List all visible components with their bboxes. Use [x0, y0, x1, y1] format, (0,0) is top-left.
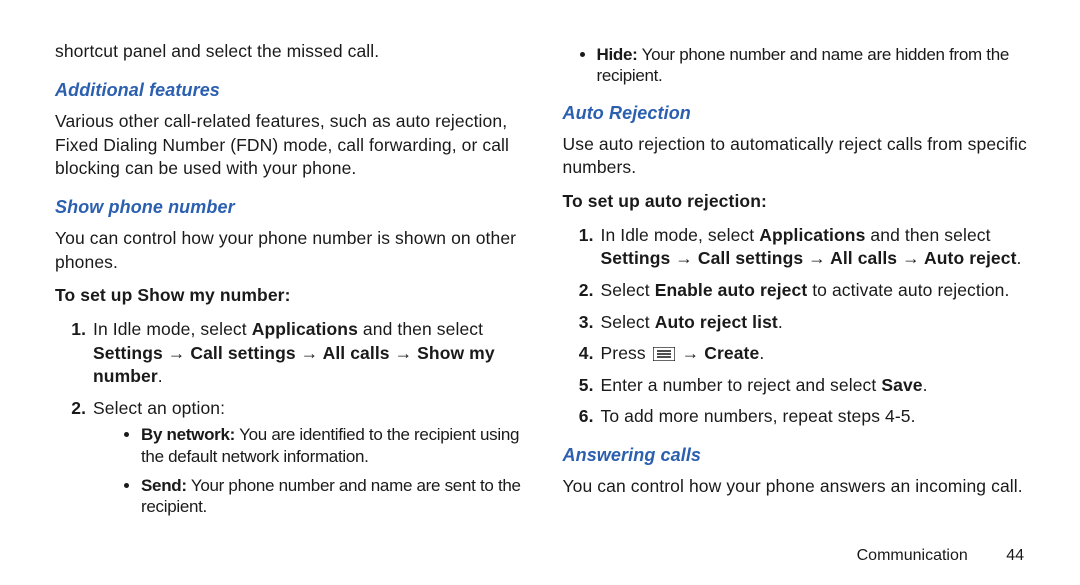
option-bullets: By network: You are identified to the re… [93, 424, 523, 517]
step-text: . [158, 366, 163, 386]
columns: shortcut panel and select the missed cal… [55, 40, 1030, 539]
footer-section: Communication [857, 547, 968, 564]
step-text: . [759, 343, 764, 363]
footer-page-number: 44 [990, 547, 1024, 565]
auto-rejection-para: Use auto rejection to automatically reje… [563, 133, 1031, 180]
step-bold: Save [881, 375, 922, 395]
step-text: Select [601, 280, 655, 300]
step-text: Press [601, 343, 651, 363]
step-text: To add more numbers, repeat steps 4-5. [601, 406, 916, 426]
bullet-text: Your phone number and name are hidden fr… [597, 45, 1010, 85]
list-item: To add more numbers, repeat steps 4-5. [599, 405, 1031, 429]
list-item: Press → Create. [599, 342, 1031, 366]
bullet-label: By network: [141, 425, 235, 444]
list-item: Select Enable auto reject to activate au… [599, 279, 1031, 303]
answering-calls-para: You can control how your phone answers a… [563, 475, 1031, 499]
additional-features-para: Various other call-related features, suc… [55, 110, 523, 181]
step-text: Select [601, 312, 655, 332]
step-text: → [677, 343, 705, 363]
step-text: and then select [865, 225, 990, 245]
heading-show-phone-number: Show phone number [55, 195, 523, 219]
bullet-text: Your phone number and name are sent to t… [141, 476, 521, 516]
step-bold: Applications [759, 225, 865, 245]
list-item: Select an option: By network: You are id… [91, 397, 523, 518]
menu-icon [653, 347, 675, 361]
step-path: Settings → Call settings → All calls → A… [601, 248, 1017, 268]
step-bold: Enable auto reject [655, 280, 808, 300]
list-item: In Idle mode, select Applications and th… [91, 318, 523, 389]
bullet-label: Hide: [597, 45, 638, 64]
heading-answering-calls: Answering calls [563, 443, 1031, 467]
left-column: shortcut panel and select the missed cal… [55, 40, 523, 539]
subhead-show-my-number: To set up Show my number: [55, 284, 523, 308]
heading-auto-rejection: Auto Rejection [563, 101, 1031, 125]
heading-additional-features: Additional features [55, 78, 523, 102]
list-item: Hide: Your phone number and name are hid… [597, 44, 1031, 87]
show-phone-number-para: You can control how your phone number is… [55, 227, 523, 274]
show-my-number-steps: In Idle mode, select Applications and th… [55, 318, 523, 518]
list-item: Enter a number to reject and select Save… [599, 374, 1031, 398]
step-bold: Applications [252, 319, 358, 339]
page-footer: Communication 44 [55, 547, 1030, 565]
option-bullets-continued: Hide: Your phone number and name are hid… [563, 44, 1031, 87]
step-text: . [923, 375, 928, 395]
step-text: Select an option: [93, 398, 225, 418]
step-text: and then select [358, 319, 483, 339]
bullet-label: Send: [141, 476, 187, 495]
step-text: In Idle mode, select [93, 319, 252, 339]
right-column: Hide: Your phone number and name are hid… [563, 40, 1031, 539]
list-item: Send: Your phone number and name are sen… [141, 475, 523, 518]
step-bold: Create [704, 343, 759, 363]
step-bold: Auto reject list [655, 312, 778, 332]
list-item: By network: You are identified to the re… [141, 424, 523, 467]
step-text: Enter a number to reject and select [601, 375, 882, 395]
page-root: shortcut panel and select the missed cal… [0, 0, 1080, 585]
auto-rejection-steps: In Idle mode, select Applications and th… [563, 224, 1031, 429]
left-intro-line: shortcut panel and select the missed cal… [55, 40, 523, 64]
step-text: In Idle mode, select [601, 225, 760, 245]
step-path: Settings → Call settings → All calls → S… [93, 343, 495, 387]
step-text: to activate auto rejection. [807, 280, 1009, 300]
list-item: In Idle mode, select Applications and th… [599, 224, 1031, 271]
step-text: . [1017, 248, 1022, 268]
list-item: Select Auto reject list. [599, 311, 1031, 335]
subhead-auto-rejection: To set up auto rejection: [563, 190, 1031, 214]
step-text: . [778, 312, 783, 332]
